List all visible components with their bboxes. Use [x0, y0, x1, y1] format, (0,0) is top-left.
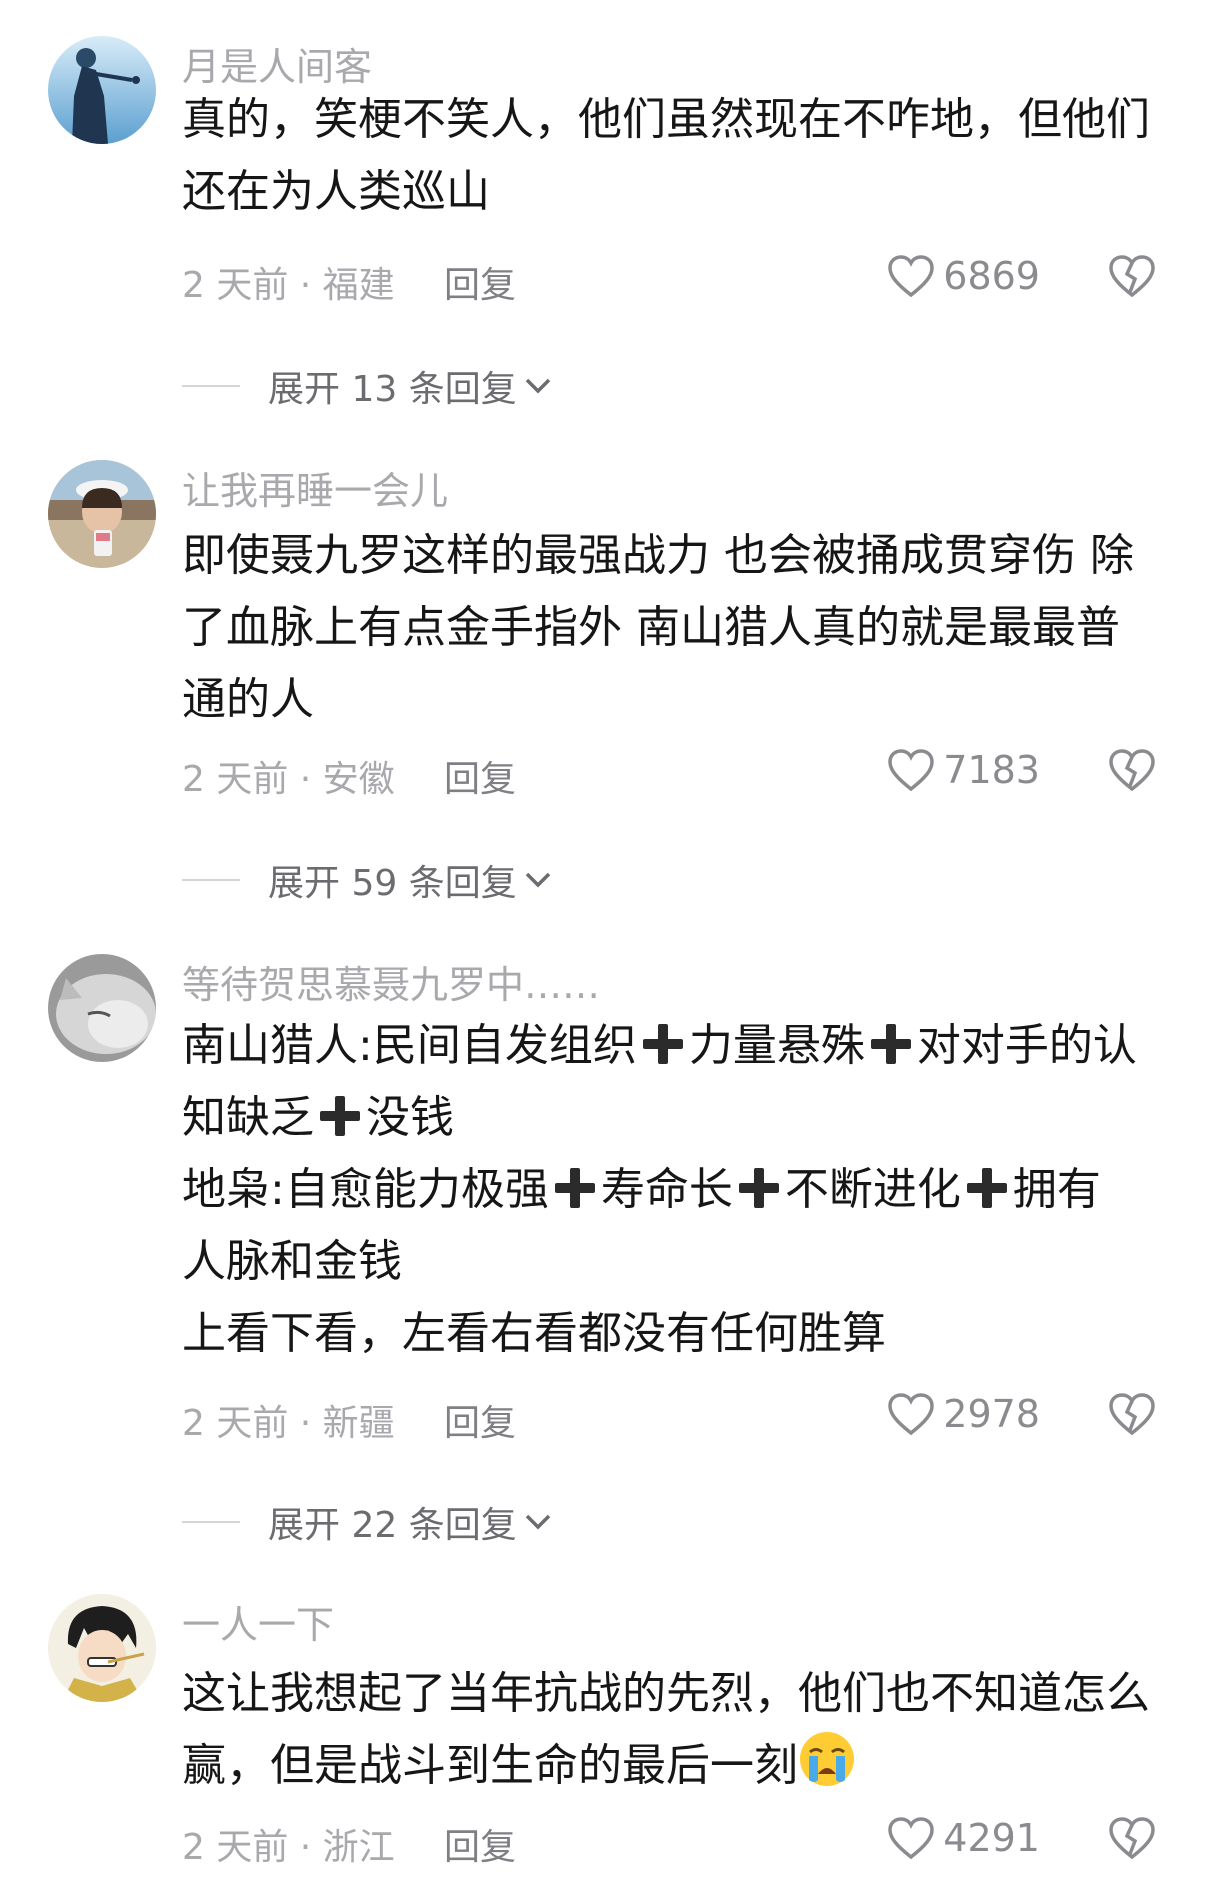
text-segment: 通的人 [182, 674, 314, 725]
comment-text-line: 还在为人类巡山 [182, 156, 1172, 228]
comment-text: 即使聂九罗这样的最强战力 也会被捅成贯穿伤 除了血脉上有点金手指外 南山猎人真的… [182, 520, 1172, 736]
expand-replies-button[interactable]: 展开 59 条回复 [182, 854, 553, 906]
loudly-crying-face-icon [798, 1730, 856, 1788]
plus-icon [642, 1024, 683, 1064]
reply-button[interactable]: 回复 [444, 1394, 516, 1446]
avatar[interactable] [48, 36, 156, 144]
username[interactable]: 月是人间客 [182, 36, 372, 91]
comment-text: 这让我想起了当年抗战的先烈，他们也不知道怎么 赢，但是战斗到生命的最后一刻 [182, 1658, 1172, 1802]
comment-text-line: 通的人 [182, 664, 1172, 736]
expand-replies-button[interactable]: 展开 22 条回复 [182, 1496, 553, 1548]
comment-text-line: 上看下看，左看右看都没有任何胜算 [182, 1298, 1172, 1370]
chevron-down-icon [525, 1514, 550, 1530]
text-segment: 拥有 [1012, 1164, 1101, 1215]
username[interactable]: 一人一下 [182, 1594, 334, 1649]
text-segment: 知缺乏 [182, 1092, 314, 1143]
broken-heart-icon[interactable] [1108, 748, 1156, 792]
text-segment: 上看下看，左看右看都没有任何胜算 [182, 1308, 886, 1359]
comment-text-line: 这让我想起了当年抗战的先烈，他们也不知道怎么 [182, 1658, 1172, 1730]
plus-icon [738, 1168, 779, 1208]
divider [182, 879, 240, 881]
divider [182, 1521, 240, 1523]
expand-replies-label: 展开 59 条回复 [268, 863, 517, 904]
comment-meta: 2 天前 · 新疆 [182, 1403, 395, 1444]
reply-button[interactable]: 回复 [444, 750, 516, 802]
comment-meta: 2 天前 · 安徽 [182, 759, 395, 800]
text-segment: 即使聂九罗这样的最强战力 也会被捅成贯穿伤 除 [182, 530, 1134, 581]
text-segment: 这让我想起了当年抗战的先烈，他们也不知道怎么 [182, 1668, 1150, 1719]
text-segment: 力量悬殊 [688, 1020, 865, 1071]
username[interactable]: 让我再睡一会儿 [182, 460, 448, 515]
comment-text-line: 即使聂九罗这样的最强战力 也会被捅成贯穿伤 除 [182, 520, 1172, 592]
comment-text-line: 知缺乏 没钱 [182, 1082, 1172, 1154]
like-count: 2978 [943, 1392, 1040, 1436]
plus-icon [320, 1096, 360, 1136]
heart-icon [888, 1817, 935, 1860]
avatar[interactable] [48, 460, 156, 568]
like-count: 4291 [943, 1816, 1040, 1860]
reply-button[interactable]: 回复 [444, 256, 516, 308]
like-button[interactable]: 6869 [887, 254, 1040, 298]
expand-replies-label: 展开 22 条回复 [268, 1505, 517, 1546]
like-button[interactable]: 7183 [887, 748, 1040, 792]
comment-text: 真的，笑梗不笑人，他们虽然现在不咋地，但他们 还在为人类巡山 [182, 84, 1172, 228]
text-segment: 了血脉上有点金手指外 南山猎人真的就是最最普 [182, 602, 1120, 653]
broken-heart-icon[interactable] [1108, 1392, 1156, 1436]
text-segment: 寿命长 [600, 1164, 733, 1215]
comment-meta: 2 天前 · 福建 [182, 265, 395, 306]
text-segment: 还在为人类巡山 [182, 166, 490, 217]
comment-text-line: 南山猎人:民间自发组织 力量悬殊 对对手的认 [182, 1010, 1172, 1082]
chevron-down-icon [525, 378, 550, 394]
expand-replies-label: 展开 13 条回复 [268, 369, 517, 410]
plus-icon [554, 1168, 595, 1208]
text-segment: 赢，但是战斗到生命的最后一刻 [182, 1740, 798, 1791]
comment-text-line: 了血脉上有点金手指外 南山猎人真的就是最最普 [182, 592, 1172, 664]
chevron-down-icon [525, 872, 550, 888]
broken-heart-icon[interactable] [1108, 254, 1156, 298]
text-segment: 人脉和金钱 [182, 1236, 402, 1287]
like-count: 7183 [943, 748, 1040, 792]
text-segment: 对对手的认 [916, 1020, 1137, 1071]
username[interactable]: 等待贺思慕聂九罗中…… [182, 954, 600, 1009]
heart-icon [888, 749, 935, 792]
like-button[interactable]: 2978 [887, 1392, 1040, 1436]
plus-icon [870, 1024, 911, 1064]
plus-icon [966, 1168, 1007, 1208]
expand-replies-button[interactable]: 展开 13 条回复 [182, 360, 553, 412]
text-segment: 南山猎人:民间自发组织 [182, 1020, 637, 1071]
comment-text: 南山猎人:民间自发组织 力量悬殊 对对手的认知缺乏 没钱地枭:自愈能力极强 寿命长 不断进… [182, 1010, 1172, 1370]
heart-icon [888, 1393, 935, 1436]
comment-meta: 2 天前 · 浙江 [182, 1827, 395, 1868]
avatar[interactable] [48, 1594, 156, 1702]
like-button[interactable]: 4291 [887, 1816, 1040, 1860]
text-segment: 真的，笑梗不笑人，他们虽然现在不咋地，但他们 [182, 94, 1150, 145]
comment-text-line: 真的，笑梗不笑人，他们虽然现在不咋地，但他们 [182, 84, 1172, 156]
reply-button[interactable]: 回复 [444, 1818, 516, 1870]
comment-text-line: 人脉和金钱 [182, 1226, 1172, 1298]
text-segment: 不断进化 [784, 1164, 961, 1215]
like-count: 6869 [943, 254, 1040, 298]
text-segment: 没钱 [366, 1092, 454, 1143]
avatar[interactable] [48, 954, 156, 1062]
comment-text-line: 地枭:自愈能力极强 寿命长 不断进化 拥有 [182, 1154, 1172, 1226]
broken-heart-icon[interactable] [1108, 1816, 1156, 1860]
text-segment: 地枭:自愈能力极强 [182, 1164, 549, 1215]
comment-text-line: 赢，但是战斗到生命的最后一刻 [182, 1730, 1172, 1802]
divider [182, 385, 240, 387]
heart-icon [888, 255, 935, 298]
